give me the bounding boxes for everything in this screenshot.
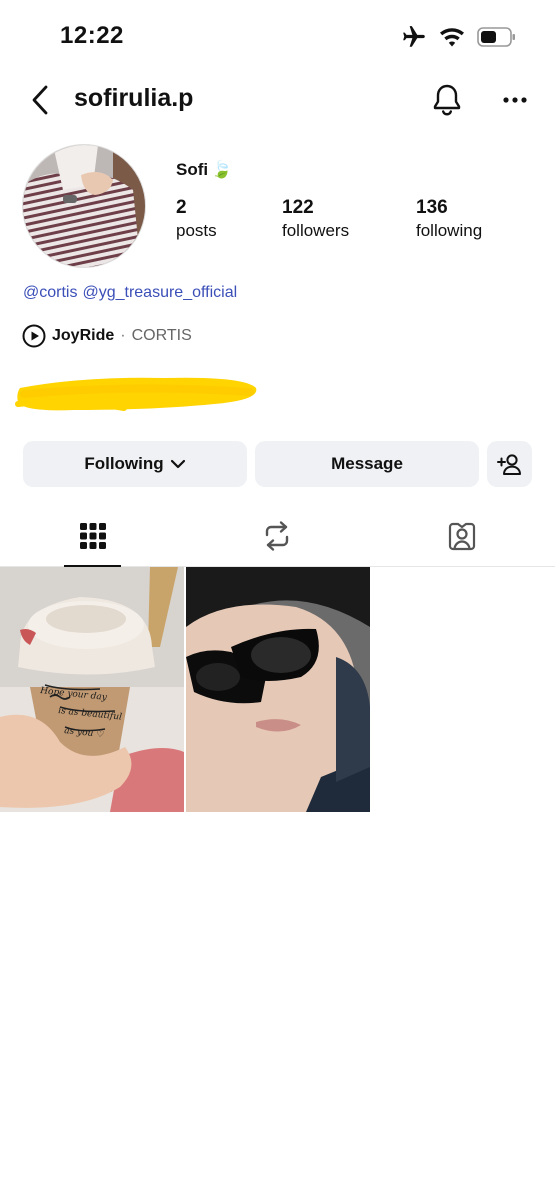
profile-music[interactable]: JoyRide · CORTIS (22, 324, 192, 348)
tab-tagged[interactable] (433, 505, 490, 566)
profile-tabs (0, 505, 555, 567)
nav-bar: sofirulia.p (0, 72, 555, 128)
music-song-title: JoyRide (52, 327, 115, 344)
suggested-users-button[interactable] (487, 441, 532, 487)
more-horizontal-icon (503, 97, 527, 103)
following-button[interactable]: Following (23, 441, 247, 487)
status-bar: 12:22 (0, 0, 555, 70)
stat-value: 136 (416, 197, 448, 218)
airplane-mode-icon (403, 26, 425, 47)
status-icons (401, 24, 517, 50)
bell-icon (433, 84, 461, 116)
stat-label: followers (282, 221, 350, 240)
notifications-button[interactable] (428, 80, 466, 120)
tab-posts-grid[interactable] (64, 505, 121, 567)
message-button[interactable]: Message (255, 441, 479, 487)
stat-value: 2 (176, 197, 187, 218)
stat-label: following (416, 221, 483, 240)
play-circle-icon (22, 324, 46, 348)
grid-icon (79, 522, 106, 549)
display-name: Sofi 🍃 (176, 160, 232, 180)
stat-following[interactable]: 136 following (416, 196, 482, 242)
stat-posts[interactable]: 2 posts (176, 196, 217, 242)
tab-reposts[interactable] (248, 505, 305, 566)
wifi-icon (440, 28, 464, 47)
add-person-icon (496, 454, 521, 475)
battery-icon (477, 27, 515, 47)
music-artist: CORTIS (131, 327, 192, 344)
profile-avatar[interactable] (22, 144, 146, 268)
avatar-photo (23, 145, 145, 267)
repost-icon (265, 520, 288, 551)
post-thumbnail[interactable] (186, 567, 370, 812)
back-button[interactable] (22, 80, 58, 120)
message-button-label: Message (331, 454, 403, 473)
tagged-person-icon (448, 522, 475, 550)
stat-value: 122 (282, 197, 314, 218)
chevron-down-icon (170, 459, 185, 469)
stat-label: posts (176, 221, 217, 240)
chevron-left-icon (32, 85, 48, 115)
leaf-emoji: 🍃 (211, 160, 233, 179)
bio-mentions: @cortis @yg_treasure_official (23, 284, 237, 302)
more-options-button[interactable] (498, 80, 532, 120)
coffee-cup-photo: Hope your dayis as beautifulas you ♡ (0, 567, 184, 812)
display-name-text: Sofi (176, 160, 209, 179)
mention-link[interactable]: @cortis (23, 284, 77, 302)
clock: 12:22 (60, 22, 124, 49)
music-separator: · (120, 327, 126, 344)
portrait-photo (186, 567, 370, 812)
post-thumbnail[interactable]: Hope your day is as beautiful as you ♡ (0, 567, 184, 812)
redaction-scribble (15, 377, 257, 411)
following-button-label: Following (84, 454, 164, 473)
profile-username: sofirulia.p (74, 84, 194, 112)
stat-followers[interactable]: 122 followers (282, 196, 349, 242)
mention-link[interactable]: @yg_treasure_official (82, 284, 237, 302)
